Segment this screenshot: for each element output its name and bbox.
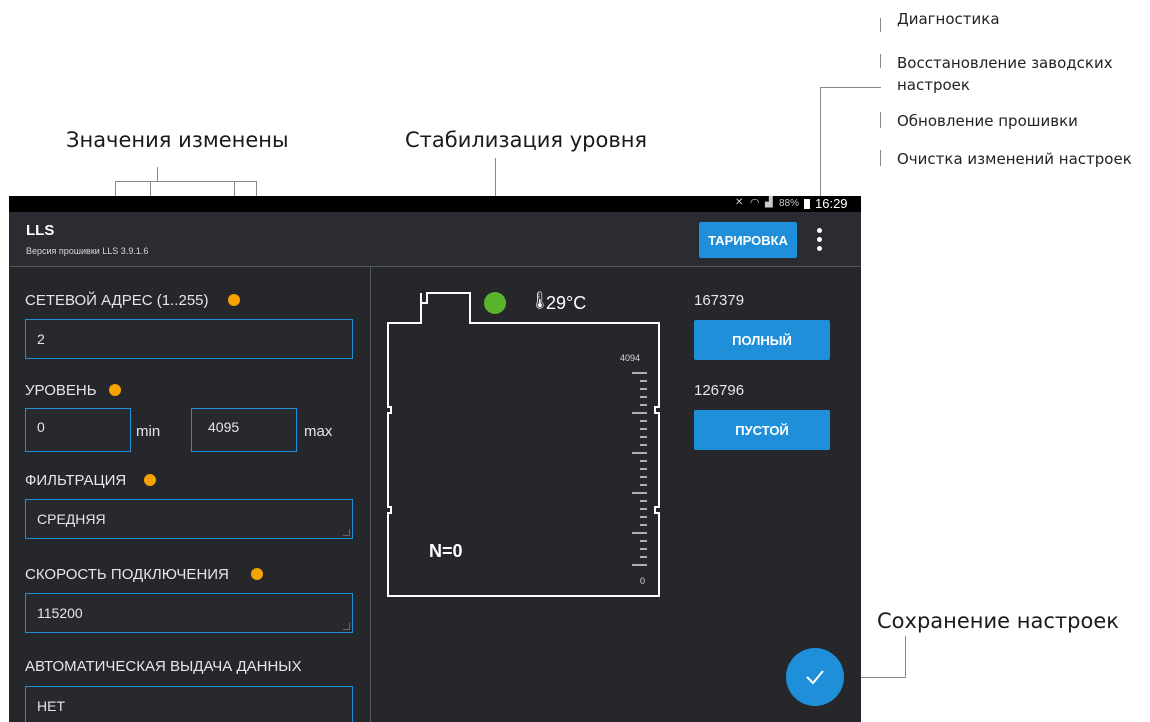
menu-item-factory-reset-cont[interactable]: настроек: [897, 75, 1147, 96]
app-screen: ✕ ◠ ▟ 88% 16:29 LLS Версия прошивки LLS …: [9, 196, 861, 722]
check-icon: [806, 670, 824, 685]
menu-item-clear-changes[interactable]: Очистка изменений настроек: [897, 149, 1147, 170]
stability-indicator: [484, 292, 506, 314]
menu-item-diagnostics[interactable]: Диагностика: [897, 9, 1147, 30]
scale-min-label: 0: [640, 576, 646, 586]
tank-diagram: [387, 292, 660, 597]
save-fab-button[interactable]: [786, 648, 844, 706]
menu-item-firmware-update[interactable]: Обновление прошивки: [897, 111, 1147, 132]
callout-level-stabilization: Стабилизация уровня: [405, 128, 648, 152]
empty-raw-value: 126796: [694, 382, 745, 399]
full-button[interactable]: ПОЛНЫЙ: [694, 320, 830, 360]
scale-max-label: 4094: [620, 353, 641, 363]
n-value: N=0: [429, 541, 463, 561]
temperature-value: 29°C: [546, 293, 587, 313]
empty-button[interactable]: ПУСТОЙ: [694, 410, 830, 450]
menu-item-factory-reset[interactable]: Восстановление заводских: [897, 53, 1147, 74]
callout-values-changed: Значения изменены: [66, 128, 289, 152]
level-scale: [632, 372, 647, 566]
callout-save-settings: Сохранение настроек: [877, 609, 1119, 633]
full-raw-value: 167379: [694, 292, 745, 309]
